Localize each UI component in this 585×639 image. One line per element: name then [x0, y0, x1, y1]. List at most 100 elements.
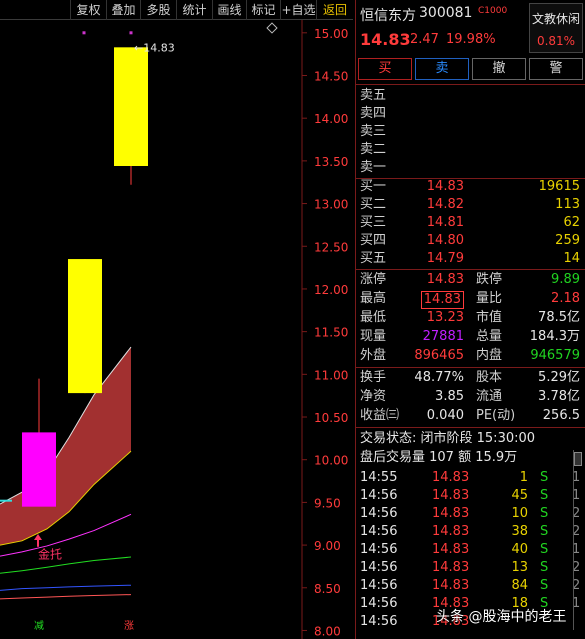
inner-stat: 内盘 946579 [476, 347, 580, 365]
ask-row[interactable]: 卖四 [356, 105, 585, 123]
tick-row: 14:56 14.83 45 S 1 [356, 487, 585, 505]
sector-box[interactable]: 文教休闲 0.81% [529, 3, 583, 53]
price-tick-label: 8.50 [314, 582, 341, 596]
ask-row[interactable]: 卖三 [356, 123, 585, 141]
stat-value: 27881 [422, 329, 464, 344]
overlay-button[interactable]: 叠加 [106, 0, 140, 20]
tick-time: 14:56 [360, 596, 398, 611]
stat-value: 946579 [530, 348, 580, 363]
stat-label: 总量 [476, 329, 503, 344]
stat-label: 净资 [360, 389, 387, 404]
tick-row: 14:56 14.83 13 S 2 [356, 559, 585, 577]
ask-row[interactable]: 卖一 [356, 159, 585, 177]
ask-label: 卖三 [360, 124, 387, 139]
top-dot [82, 31, 86, 35]
stat-label: 换手 [360, 370, 387, 385]
restore-rights-button[interactable]: 复权 [70, 0, 106, 20]
chart-toolbar: 复权 叠加 多股 统计 画线 标记 +自选 返回 [0, 0, 353, 20]
stat-value: 2.18 [551, 291, 580, 306]
price-tick-label: 13.00 [314, 198, 348, 212]
cur-vol-stat: 现量 27881 [360, 328, 464, 346]
bid-volume: 14 [563, 251, 580, 266]
quote-panel: 恒信东方 300081 C1000 文教休闲 0.81% 14.83 2.47 … [355, 0, 585, 639]
ma-red-line [0, 594, 132, 600]
cancel-order-button[interactable]: 撤 [472, 58, 526, 80]
limit-down-stat: 跌停 9.89 [476, 271, 580, 289]
ma-green-line [0, 556, 132, 574]
buy-button[interactable]: 买 [358, 58, 412, 80]
tick-price: 14.83 [432, 560, 470, 575]
tick-price: 14.83 [432, 524, 470, 539]
band-fill [0, 347, 131, 546]
limit-up-stat: 涨停 14.83 [360, 271, 464, 289]
divider [356, 367, 585, 368]
kline-svg: 15.00 14.50 14.00 13.50 13.00 12.50 12.00 11.50… [0, 20, 348, 639]
stat-value: 3.85 [435, 389, 464, 404]
stat-label: 现量 [360, 329, 387, 344]
stat-value: 14.83 [420, 291, 464, 309]
tick-side: S [540, 560, 549, 575]
tick-side: S [540, 578, 549, 593]
tick-time: 14:56 [360, 542, 398, 557]
tick-time: 14:56 [360, 560, 398, 575]
stat-value: 256.5 [542, 408, 580, 423]
vol-ratio-stat: 量比 2.18 [476, 290, 580, 308]
turnover-stat: 换手 48.77% [360, 369, 464, 387]
bid-label: 买三 [360, 215, 387, 230]
draw-line-button[interactable]: 画线 [212, 0, 246, 20]
tick-scrollbar[interactable] [573, 450, 583, 630]
tick-side: S [540, 488, 549, 503]
bid-label: 买二 [360, 197, 387, 212]
trade-status: 交易状态: 闭市阶段 15:30:00 [360, 431, 536, 446]
last-price: 14.83 [360, 30, 411, 49]
tick-qty: 45 [511, 488, 528, 503]
price-tick-label: 9.50 [314, 496, 341, 510]
bottom-mark: 涨 [124, 620, 134, 632]
stat-label: 外盘 [360, 348, 387, 363]
sell-button[interactable]: 卖 [415, 58, 469, 80]
bid-volume: 113 [555, 197, 580, 212]
add-watchlist-button[interactable]: +自选 [280, 0, 316, 20]
bid-row[interactable]: 买四 14.80 259 [356, 232, 585, 250]
top-dot [129, 31, 133, 35]
ask-row[interactable]: 卖二 [356, 141, 585, 159]
back-button[interactable]: 返回 [316, 0, 353, 20]
tick-side: S [540, 506, 549, 521]
stat-label: 内盘 [476, 348, 503, 363]
sector-name: 文教休闲 [531, 12, 580, 26]
price-tick-label: 11.50 [314, 326, 348, 340]
tick-qty: 84 [511, 578, 528, 593]
scroll-thumb[interactable] [574, 452, 582, 466]
price-tick-label: 14.00 [314, 112, 348, 126]
stat-value: 184.3万 [529, 329, 580, 344]
tick-time: 14:55 [360, 470, 398, 485]
bid-price: 14.82 [426, 197, 464, 212]
stat-value: 896465 [414, 348, 464, 363]
bid-row[interactable]: 买二 14.82 113 [356, 196, 585, 214]
ask-row[interactable]: 卖五 [356, 87, 585, 105]
bid-row[interactable]: 买三 14.81 62 [356, 214, 585, 232]
price-tick-label: 9.00 [314, 539, 341, 553]
ask-label: 卖四 [360, 106, 387, 121]
stat-value: 9.89 [551, 272, 580, 287]
alert-button[interactable]: 警 [529, 58, 583, 80]
stat-value: 13.23 [426, 310, 464, 325]
bid-row[interactable]: 买五 14.79 14 [356, 250, 585, 268]
kline-chart[interactable]: 15.00 14.50 14.00 13.50 13.00 12.50 12.00 11.50… [0, 20, 353, 639]
shares-stat: 股本 5.29亿 [476, 369, 580, 387]
ask-label: 卖五 [360, 88, 387, 103]
tick-time: 14:56 [360, 506, 398, 521]
stat-label: 收益㈢ [360, 408, 400, 423]
stat-value: 78.5亿 [538, 310, 580, 325]
tick-price: 14.83 [432, 470, 470, 485]
multi-stock-button[interactable]: 多股 [140, 0, 176, 20]
tick-side: S [540, 542, 549, 557]
divider [356, 269, 585, 270]
mark-button[interactable]: 标记 [246, 0, 280, 20]
total-vol-stat: 总量 184.3万 [476, 328, 580, 346]
statistics-button[interactable]: 统计 [176, 0, 212, 20]
tick-qty: 40 [511, 542, 528, 557]
bid-price: 14.83 [426, 179, 464, 194]
ma-blue-line [0, 584, 132, 591]
bid-row[interactable]: 买一 14.83 19615 [356, 178, 585, 196]
